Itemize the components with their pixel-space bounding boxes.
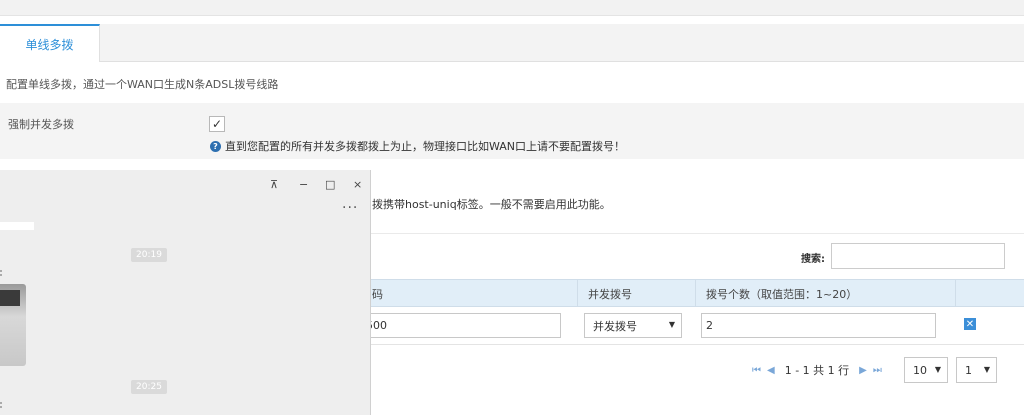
more-icon[interactable]: ...: [342, 196, 358, 212]
dial-count-input[interactable]: 2: [701, 313, 936, 338]
column-header-line: 码: [361, 280, 577, 308]
page-size-select[interactable]: 10 ▼: [904, 357, 948, 383]
question-icon: ?: [210, 140, 221, 152]
note-text: 直到您配置的所有并发多拨都拨上为止，物理接口比如WAN口上请不要配置拨号！: [225, 140, 626, 153]
next-page-icon[interactable]: ▶: [859, 365, 867, 376]
dial-mode-value: 并发拨号: [593, 319, 637, 333]
chat-edge-mark: [0, 402, 3, 408]
chat-titlebar: ⊼ − □ ×: [0, 170, 371, 200]
force-concurrent-label: 强制并发多拨: [8, 118, 74, 131]
tab-single-line-multi-dial[interactable]: 单线多拨: [0, 24, 100, 62]
maximize-icon[interactable]: □: [325, 178, 335, 191]
pagination: ⏮ ◀ 1 - 1 共 1 行 ▶ ⏭: [752, 357, 882, 383]
search-input[interactable]: [831, 243, 1005, 269]
last-page-icon[interactable]: ⏭: [873, 365, 882, 376]
page-size-value: 10: [913, 363, 927, 377]
tab-label: 单线多拨: [25, 37, 74, 52]
chevron-down-icon: ▼: [934, 365, 941, 374]
page-description: 配置单线多拨，通过一个WAN口生成N条ADSL拨号线路: [6, 78, 279, 91]
force-concurrent-row: 强制并发多拨 ✓ ? 直到您配置的所有并发多拨都拨上为止，物理接口比如WAN口上…: [0, 103, 1024, 159]
chat-timestamp: 20:19: [131, 248, 167, 262]
delete-row-button[interactable]: ✕: [964, 318, 976, 330]
column-header-action: [955, 280, 1024, 308]
first-page-icon[interactable]: ⏮: [752, 365, 761, 376]
chat-image-thumbnail[interactable]: [0, 284, 26, 366]
minimize-icon[interactable]: −: [299, 178, 308, 191]
chat-edge-mark: [0, 270, 3, 276]
page-number-select[interactable]: 1 ▼: [956, 357, 997, 383]
dial-mode-select[interactable]: 并发拨号 ▼: [584, 313, 682, 338]
host-uniq-note: 拨携带host-uniq标签。一般不需要启用此功能。: [372, 198, 611, 211]
chat-timestamp: 20:25: [131, 380, 167, 394]
search-label: 搜索:: [801, 254, 825, 265]
force-concurrent-note: ? 直到您配置的所有并发多拨都拨上为止，物理接口比如WAN口上请不要配置拨号！: [210, 138, 625, 154]
prev-page-icon[interactable]: ◀: [767, 365, 775, 376]
force-concurrent-checkbox[interactable]: ✓: [209, 116, 225, 132]
chat-window: ⊼ − □ × ... 20:19 20:25: [0, 170, 371, 415]
chat-input-strip: [0, 222, 34, 230]
page-number-value: 1: [965, 363, 972, 377]
image-dark-area: [0, 290, 20, 306]
column-header-mode: 并发拨号: [577, 280, 695, 308]
chevron-down-icon: ▼: [668, 320, 675, 329]
pager-info: 1 - 1 共 1 行: [784, 364, 850, 377]
line-input[interactable]: 500: [361, 313, 561, 338]
close-icon[interactable]: ×: [353, 178, 362, 191]
pin-icon[interactable]: ⊼: [270, 178, 278, 191]
chevron-down-icon: ▼: [983, 365, 990, 374]
column-header-count: 拨号个数（取值范围：1~20）: [695, 280, 955, 308]
top-bar: [0, 0, 1024, 16]
tab-bar: 单线多拨: [0, 24, 1024, 62]
